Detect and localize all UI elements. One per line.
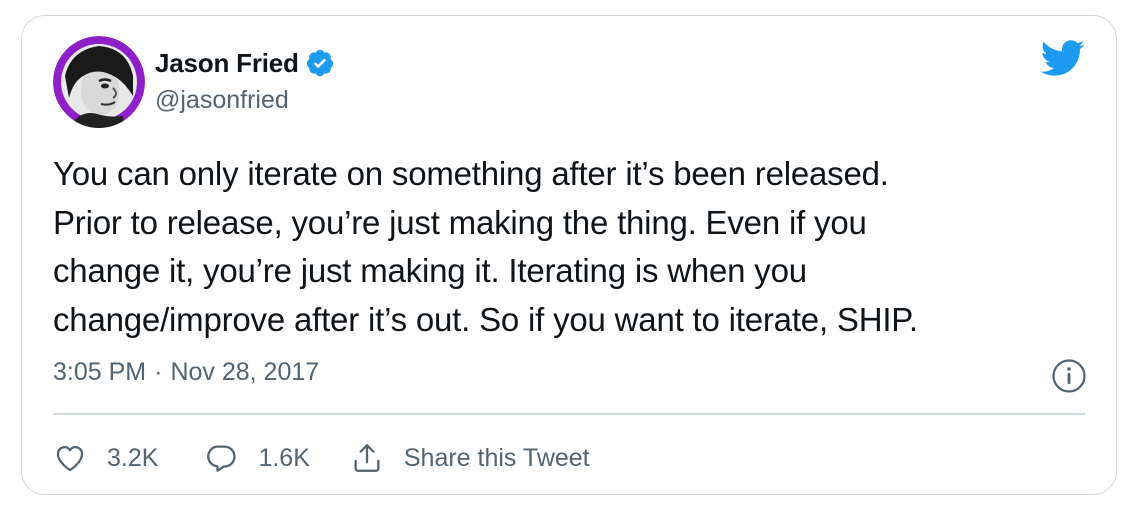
avatar[interactable] bbox=[53, 36, 145, 128]
divider bbox=[53, 413, 1085, 415]
tweet-timestamp[interactable]: 3:05 PM · Nov 28, 2017 bbox=[53, 358, 319, 387]
heart-icon bbox=[56, 445, 84, 472]
share-button[interactable]: Share this Tweet bbox=[350, 441, 590, 475]
author-name[interactable]: Jason Fried bbox=[155, 48, 299, 79]
share-label: Share this Tweet bbox=[403, 443, 590, 472]
twitter-bird-icon[interactable] bbox=[1039, 38, 1085, 78]
tweet-text-line: change/improve after it’s out. So if you… bbox=[53, 300, 918, 338]
tweet-time: 3:05 PM bbox=[53, 358, 147, 386]
tweet-text-line: Prior to release, you’re just making the… bbox=[53, 203, 867, 241]
tweet-date: Nov 28, 2017 bbox=[170, 358, 320, 386]
tweet-card[interactable]: Jason Fried @jasonfried You can only ite… bbox=[21, 15, 1117, 495]
verified-badge-icon bbox=[305, 48, 335, 78]
author-handle[interactable]: @jasonfried bbox=[155, 86, 289, 115]
tweet-text-line: change it, you’re just making it. Iterat… bbox=[53, 252, 807, 289]
like-button[interactable]: 3.2K bbox=[53, 441, 158, 475]
tweet-text: You can only iterate on something after … bbox=[53, 150, 1093, 344]
author-name-row: Jason Fried bbox=[155, 46, 335, 80]
reply-count: 1.6K bbox=[258, 443, 310, 472]
share-icon bbox=[354, 444, 380, 472]
reply-button[interactable]: 1.6K bbox=[204, 441, 310, 475]
info-icon[interactable] bbox=[1051, 358, 1087, 394]
like-count: 3.2K bbox=[107, 443, 159, 472]
tweet-text-line: You can only iterate on something after … bbox=[53, 155, 889, 192]
reply-bubble-icon bbox=[207, 445, 237, 472]
timestamp-separator: · bbox=[154, 358, 163, 386]
tweet-actions: 3.2K 1.6K Share this Tweet bbox=[53, 436, 590, 480]
